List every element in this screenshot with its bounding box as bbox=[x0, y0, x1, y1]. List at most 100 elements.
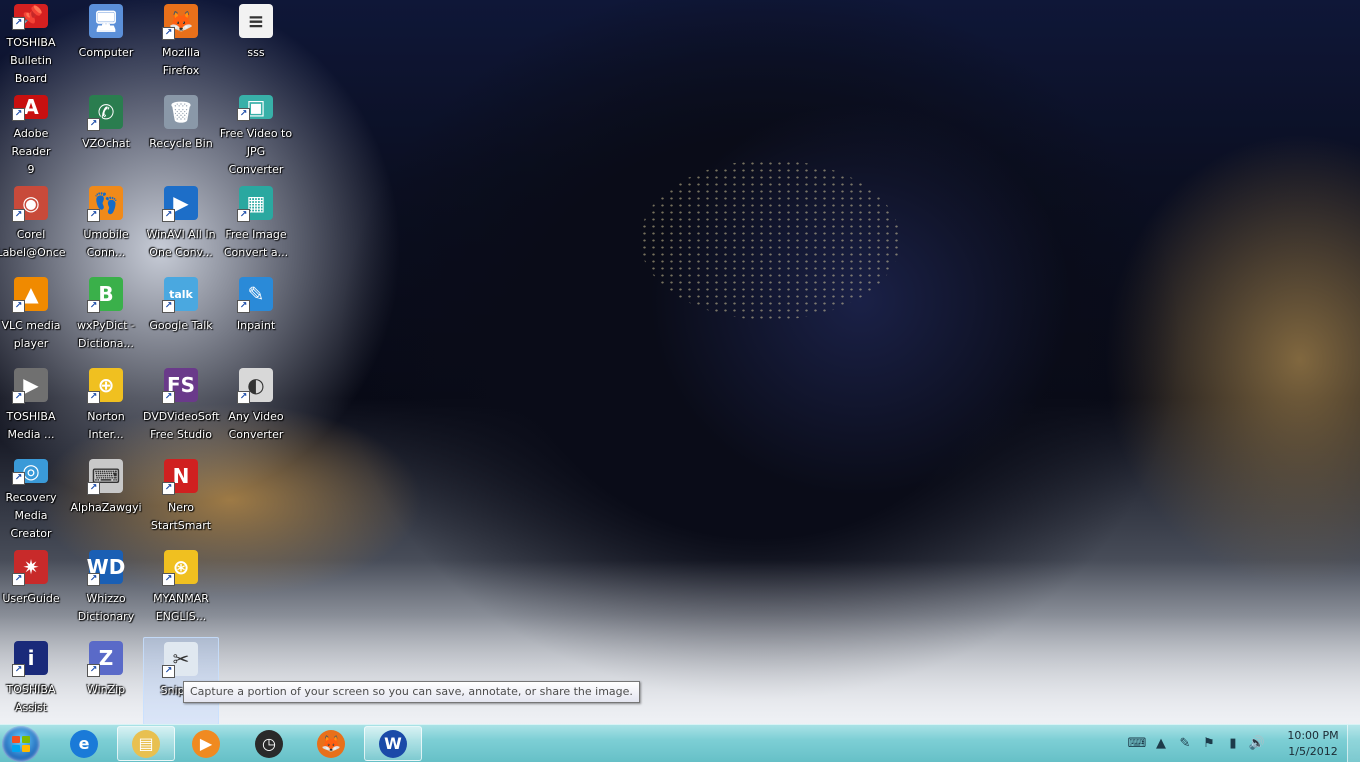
desktop-icon-label: Whizzo Dictionary bbox=[77, 592, 135, 623]
taskbar-button-internet-explorer[interactable]: e bbox=[55, 726, 113, 761]
taskbar: e ▤ ▶ ◷ 🦊 W ⌨ ▲ ✎ ⚑ ▮ 🔊 10:00 PM 1/5/2012 bbox=[0, 724, 1360, 762]
shortcut-arrow-icon: ↗ bbox=[12, 17, 25, 30]
desktop-icon-keyboard[interactable]: ⌨ ↗ AlphaZawgyi bbox=[68, 455, 144, 543]
desktop-icon-label: Nero StartSmart bbox=[150, 501, 212, 532]
desktop-icon-pushpin[interactable]: 📌 ↗ TOSHIBA Bulletin Board bbox=[0, 0, 69, 88]
desktop-icon-disc-label[interactable]: ◉ ↗ Corel Label@Once bbox=[0, 182, 69, 270]
desktop-icon-nero[interactable]: N ↗ Nero StartSmart bbox=[143, 455, 219, 543]
wallpaper-city-lights bbox=[640, 160, 900, 320]
desktop-icon-firefox[interactable]: 🦊 ↗ Mozilla Firefox bbox=[143, 0, 219, 88]
desktop-icon-label: VZOchat bbox=[82, 137, 130, 150]
shortcut-arrow-icon: ↗ bbox=[162, 391, 175, 404]
media-play-icon: ▶ ↗ bbox=[12, 368, 48, 404]
inpaint-icon: ✎ ↗ bbox=[237, 277, 273, 313]
desktop-icon-dictionary[interactable]: B ↗ wxPyDict - Dictiona... bbox=[68, 273, 144, 361]
desktop-icon-winzip[interactable]: Z ↗ WinZip bbox=[68, 637, 144, 724]
desktop-icon-label: TOSHIBA Assist bbox=[6, 683, 56, 714]
desktop-icon-label: MYANMAR ENGLIS... bbox=[153, 592, 209, 623]
desktop-icon-label: Mozilla Firefox bbox=[162, 46, 200, 77]
network-icon[interactable]: ▮ bbox=[1224, 735, 1242, 753]
shortcut-arrow-icon: ↗ bbox=[162, 27, 175, 40]
notification-area: ⌨ ▲ ✎ ⚑ ▮ 🔊 bbox=[1125, 725, 1269, 762]
word-icon: W bbox=[379, 729, 407, 758]
shortcut-arrow-icon: ↗ bbox=[12, 108, 25, 121]
desktop-icon-computer[interactable]: 🖥 Computer bbox=[68, 0, 144, 88]
desktop-icon-whizzo[interactable]: WD ↗ Whizzo Dictionary bbox=[68, 546, 144, 634]
desktop-icon-compass-star[interactable]: ✷ ↗ UserGuide bbox=[0, 546, 69, 634]
desktop-icon-image-convert[interactable]: ▦ ↗ Free Image Convert a... bbox=[218, 182, 294, 270]
desktop-icon-label: Recovery Media Creator bbox=[5, 491, 57, 540]
shortcut-arrow-icon: ↗ bbox=[87, 300, 100, 313]
desktop-icon-google-talk[interactable]: talk ↗ Google Talk bbox=[143, 273, 219, 361]
shortcut-arrow-icon: ↗ bbox=[237, 300, 250, 313]
desktop-icon-video-jpg[interactable]: ▣ ↗ Free Video to JPG Converter bbox=[218, 91, 294, 179]
pdf-icon: A ↗ bbox=[12, 95, 48, 121]
desktop-icon-label: Google Talk bbox=[149, 319, 213, 332]
compass-star-icon: ✷ ↗ bbox=[12, 550, 48, 586]
desktop-icon-label: TOSHIBA Media ... bbox=[6, 410, 56, 441]
action-center-flag-icon[interactable]: ⚑ bbox=[1200, 735, 1218, 753]
desktop-icon-norton-globe[interactable]: ⊕ ↗ Norton Inter... bbox=[68, 364, 144, 452]
pin-icon[interactable]: ✎ bbox=[1176, 735, 1194, 753]
taskbar-button-windows-explorer[interactable]: ▤ bbox=[117, 726, 175, 761]
desktop-icon-recovery-disc[interactable]: ◎ ↗ Recovery Media Creator bbox=[0, 455, 69, 543]
shortcut-arrow-icon: ↗ bbox=[12, 664, 25, 677]
desktop-icon-label: UserGuide bbox=[2, 592, 60, 605]
desktop-icon-pdf[interactable]: A ↗ Adobe Reader 9 bbox=[0, 91, 69, 179]
show-desktop-button[interactable] bbox=[1347, 725, 1360, 762]
shortcut-arrow-icon: ↗ bbox=[12, 573, 25, 586]
pushpin-icon: 📌 ↗ bbox=[12, 4, 48, 30]
desktop-icon-label: Computer bbox=[78, 46, 134, 59]
shortcut-arrow-icon: ↗ bbox=[87, 664, 100, 677]
shortcut-arrow-icon: ↗ bbox=[237, 108, 250, 121]
start-button[interactable] bbox=[2, 726, 40, 762]
chat-icon: ✆ ↗ bbox=[87, 95, 123, 131]
desktop-icon-footprint[interactable]: 👣 ↗ Umobile Conn... bbox=[68, 182, 144, 270]
disc-label-icon: ◉ ↗ bbox=[12, 186, 48, 222]
shortcut-arrow-icon: ↗ bbox=[87, 391, 100, 404]
recycle-bin-icon: 🗑 bbox=[164, 95, 198, 129]
desktop-icon-media-play[interactable]: ▶ ↗ TOSHIBA Media ... bbox=[0, 364, 69, 452]
desktop-icon-inpaint[interactable]: ✎ ↗ Inpaint bbox=[218, 273, 294, 361]
firefox-icon: 🦊 ↗ bbox=[162, 4, 198, 40]
taskbar-clock[interactable]: 10:00 PM 1/5/2012 bbox=[1282, 728, 1344, 760]
desktop-icon-label: DVDVideoSoft Free Studio bbox=[143, 410, 220, 441]
desktop-icon-vlc-cone[interactable]: ▲ ↗ VLC media player bbox=[0, 273, 69, 361]
desktop-icon-label: VLC media player bbox=[1, 319, 61, 350]
shortcut-arrow-icon: ↗ bbox=[162, 482, 175, 495]
desktop-icon-label: wxPyDict - Dictiona... bbox=[76, 319, 135, 350]
shortcut-arrow-icon: ↗ bbox=[12, 300, 25, 313]
taskbar-button-word[interactable]: W bbox=[364, 726, 422, 761]
desktop-icon-label: TOSHIBA Bulletin Board bbox=[6, 36, 56, 85]
recovery-disc-icon: ◎ ↗ bbox=[12, 459, 48, 485]
keyboard-icon[interactable]: ⌨ bbox=[1128, 735, 1147, 753]
taskbar-button-firefox[interactable]: 🦊 bbox=[302, 726, 360, 761]
shortcut-arrow-icon: ↗ bbox=[162, 573, 175, 586]
desktop-icon-winavi[interactable]: ▶ ↗ WinAVI All In One Conv... bbox=[143, 182, 219, 270]
winzip-icon: Z ↗ bbox=[87, 641, 123, 677]
norton-globe-icon: ⊕ ↗ bbox=[87, 368, 123, 404]
desktop-icon-label: WinAVI All In One Conv... bbox=[146, 228, 216, 259]
shortcut-arrow-icon: ↗ bbox=[237, 391, 250, 404]
taskbar-button-media-player[interactable]: ▶ bbox=[177, 726, 235, 761]
desktop-icon-label: Any Video Converter bbox=[228, 410, 284, 441]
shortcut-arrow-icon: ↗ bbox=[12, 209, 25, 222]
desktop-icon-info-assist[interactable]: i ↗ TOSHIBA Assist bbox=[0, 637, 69, 724]
desktop-icon-video-converter[interactable]: ◐ ↗ Any Video Converter bbox=[218, 364, 294, 452]
desktop-icon-label: Norton Inter... bbox=[87, 410, 125, 441]
chevron-up-icon[interactable]: ▲ bbox=[1152, 735, 1170, 753]
desktop-icon-label: Recycle Bin bbox=[149, 137, 213, 150]
computer-icon: 🖥 bbox=[89, 4, 123, 38]
shortcut-arrow-icon: ↗ bbox=[87, 482, 100, 495]
shortcut-arrow-icon: ↗ bbox=[12, 391, 25, 404]
desktop-icon-text-file[interactable]: ≡ sss bbox=[218, 0, 294, 88]
desktop-icon-free-studio[interactable]: FS ↗ DVDVideoSoft Free Studio bbox=[143, 364, 220, 452]
taskbar-button-clock-app[interactable]: ◷ bbox=[240, 726, 298, 761]
desktop-icon-myanmar-dict[interactable]: ⊛ ↗ MYANMAR ENGLIS... bbox=[143, 546, 219, 634]
speaker-icon[interactable]: 🔊 bbox=[1248, 735, 1266, 753]
video-converter-icon: ◐ ↗ bbox=[237, 368, 273, 404]
desktop-icon-chat[interactable]: ✆ ↗ VZOchat bbox=[68, 91, 144, 179]
desktop-icon-label: AlphaZawgyi bbox=[70, 501, 142, 514]
desktop-icon-recycle-bin[interactable]: 🗑 Recycle Bin bbox=[143, 91, 219, 179]
clock-date: 1/5/2012 bbox=[1288, 745, 1338, 758]
